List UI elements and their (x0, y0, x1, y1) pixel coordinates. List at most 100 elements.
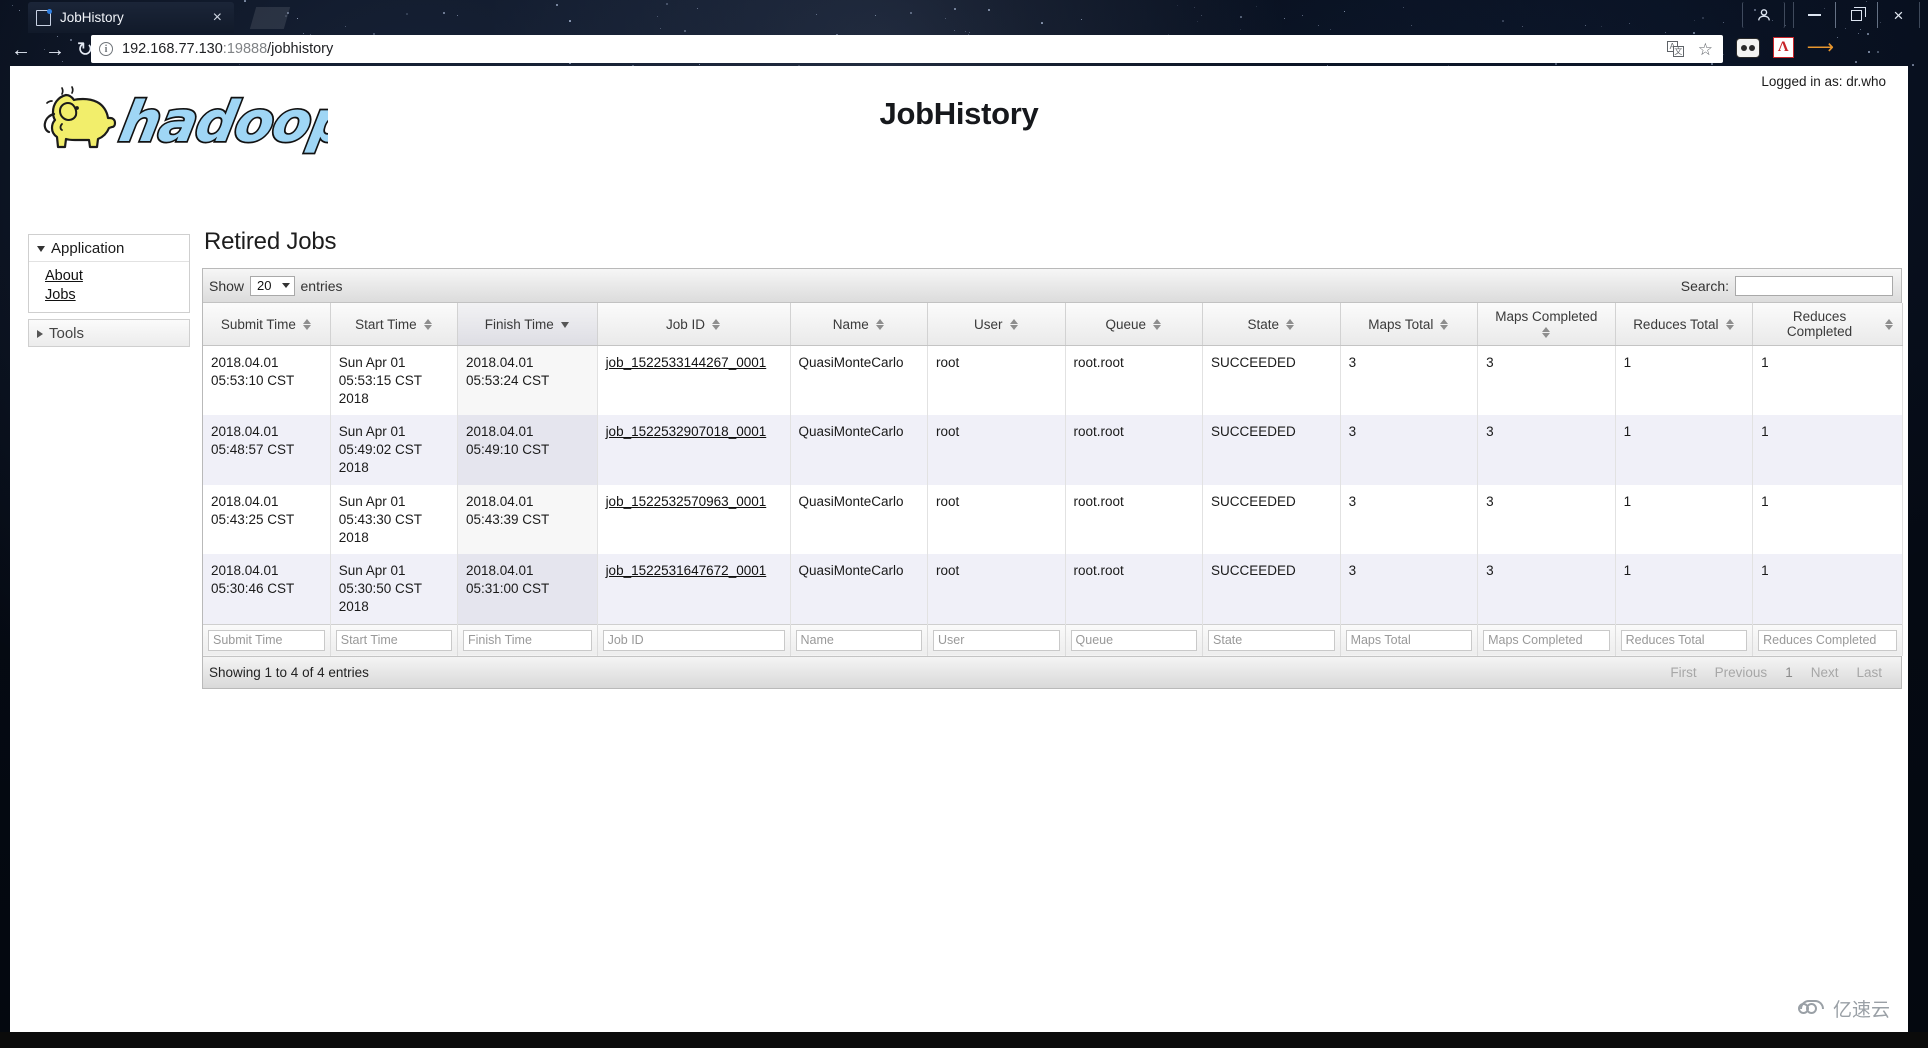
filter-input-maps-completed[interactable] (1483, 629, 1610, 651)
browser-tab-jobhistory[interactable]: JobHistory × (28, 2, 234, 33)
cell-maps-total: 3 (1340, 484, 1479, 555)
close-tab-icon[interactable]: × (209, 9, 226, 26)
filter-cell-start-time[interactable] (330, 623, 459, 656)
filter-input-start-time[interactable] (335, 629, 452, 651)
cell-job-id[interactable]: job_1522532907018_0001 (597, 415, 791, 485)
account-icon[interactable] (1742, 2, 1785, 28)
cell-job-id[interactable]: job_1522532570963_0001 (597, 484, 791, 555)
bookmark-star-icon[interactable]: ☆ (1698, 41, 1713, 58)
col-header-state[interactable]: State (1202, 303, 1341, 346)
filter-input-reduces-total[interactable] (1620, 629, 1748, 651)
search-label: Search: (1680, 277, 1729, 294)
page-length-select[interactable]: 20 (250, 275, 295, 296)
table-row[interactable]: 2018.04.01 05:30:46 CST Sun Apr 01 05:30… (203, 554, 1903, 625)
job-id-link[interactable]: job_1522532570963_0001 (606, 494, 767, 509)
filter-input-submit-time[interactable] (208, 629, 325, 651)
cell-start-time: Sun Apr 01 05:43:30 CST 2018 (330, 484, 459, 555)
col-header-maps-total[interactable]: Maps Total (1340, 303, 1479, 346)
col-header-finish-time[interactable]: Finish Time (457, 303, 598, 346)
filter-input-user[interactable] (933, 629, 1060, 651)
pagination-last[interactable]: Last (1847, 663, 1891, 682)
filter-cell-user[interactable] (927, 623, 1066, 656)
section-title: Retired Jobs (204, 228, 337, 255)
filter-input-queue[interactable] (1070, 629, 1198, 651)
sort-icon (1286, 318, 1295, 331)
col-header-submit-time[interactable]: Submit Time (203, 303, 331, 346)
job-id-link[interactable]: job_1522532907018_0001 (606, 424, 767, 439)
col-header-name[interactable]: Name (790, 303, 929, 346)
cell-maps-completed: 3 (1477, 484, 1616, 555)
filter-input-maps-total[interactable] (1345, 629, 1473, 651)
cell-job-id[interactable]: job_1522533144267_0001 (597, 345, 791, 416)
oo-extension-icon[interactable] (1735, 37, 1760, 58)
filter-input-state[interactable] (1208, 629, 1335, 651)
filter-cell-reduces-total[interactable] (1615, 623, 1754, 656)
sidebar-group-tools-label: Tools (49, 325, 85, 343)
pagination-page-1[interactable]: 1 (1776, 663, 1802, 682)
sort-icon (302, 318, 312, 331)
sidebar-group-tools[interactable]: Tools (28, 319, 190, 348)
pagination-previous[interactable]: Previous (1706, 663, 1777, 682)
sidebar-group-tools-header[interactable]: Tools (29, 320, 189, 346)
pdf-extension-icon[interactable]: Λ (1772, 37, 1794, 58)
col-label: User (974, 316, 1003, 332)
sort-icon (1725, 318, 1735, 331)
search-input[interactable] (1735, 275, 1893, 296)
cell-start-time: Sun Apr 01 05:30:50 CST 2018 (330, 554, 459, 625)
filter-cell-maps-completed[interactable] (1477, 623, 1616, 656)
col-header-reduces-total[interactable]: Reduces Total (1615, 303, 1754, 346)
col-header-user[interactable]: User (927, 303, 1066, 346)
table-row[interactable]: 2018.04.01 05:48:57 CST Sun Apr 01 05:49… (203, 415, 1903, 485)
close-window-icon[interactable]: × (1877, 2, 1920, 28)
filter-cell-queue[interactable] (1065, 623, 1204, 656)
filter-cell-state[interactable] (1202, 623, 1341, 656)
pagination-first[interactable]: First (1661, 663, 1705, 682)
table-row[interactable]: 2018.04.01 05:43:25 CST Sun Apr 01 05:43… (203, 484, 1903, 555)
table-row[interactable]: 2018.04.01 05:53:10 CST Sun Apr 01 05:53… (203, 345, 1903, 416)
site-info-icon[interactable]: i (99, 42, 113, 56)
filter-input-name[interactable] (795, 629, 923, 651)
cell-start-time: Sun Apr 01 05:49:02 CST 2018 (330, 415, 459, 485)
col-label: Submit Time (220, 316, 296, 332)
sidebar-item-jobs[interactable]: Jobs (45, 286, 181, 305)
logged-in-label: Logged in as: dr.who (1761, 74, 1886, 89)
sidebar-group-application-header[interactable]: Application (29, 235, 189, 262)
cell-submit-time: 2018.04.01 05:53:10 CST (203, 345, 331, 416)
maximize-icon[interactable] (1835, 2, 1878, 28)
minimize-icon[interactable] (1793, 2, 1836, 28)
col-header-reduces-completed[interactable]: Reduces Completed (1752, 303, 1903, 346)
cell-user: root (927, 484, 1066, 555)
filter-input-reduces-completed[interactable] (1758, 629, 1897, 651)
back-icon[interactable]: ← (8, 37, 34, 63)
new-tab-button[interactable] (249, 7, 291, 29)
jobs-table-body: 2018.04.01 05:53:10 CST Sun Apr 01 05:53… (203, 345, 1903, 625)
col-header-queue[interactable]: Queue (1065, 303, 1204, 346)
cell-maps-completed: 3 (1477, 345, 1616, 416)
cell-finish-time: 2018.04.01 05:43:39 CST (457, 484, 598, 555)
filter-cell-maps-total[interactable] (1340, 623, 1479, 656)
filter-input-job-id[interactable] (602, 629, 785, 651)
page-length-label-after: entries (300, 277, 343, 294)
col-header-job-id[interactable]: Job ID (597, 303, 791, 346)
job-id-link[interactable]: job_1522533144267_0001 (606, 355, 767, 370)
col-header-start-time[interactable]: Start Time (330, 303, 459, 346)
address-bar[interactable]: i 192.168.77.130:19888/jobhistory A文 ☆ (91, 35, 1723, 63)
filter-cell-name[interactable] (790, 623, 929, 656)
table-header-row: Submit Time Start Time Finish Time Job I… (203, 303, 1903, 346)
cell-job-id[interactable]: job_1522531647672_0001 (597, 554, 791, 625)
cell-maps-total: 3 (1340, 415, 1479, 485)
sort-icon (712, 318, 721, 331)
forward-icon[interactable]: → (42, 37, 68, 63)
pagination-next[interactable]: Next (1802, 663, 1848, 682)
translate-icon[interactable]: A文 (1666, 41, 1684, 57)
job-id-link[interactable]: job_1522531647672_0001 (606, 563, 767, 578)
filter-input-finish-time[interactable] (463, 629, 592, 651)
filter-cell-reduces-completed[interactable] (1752, 623, 1903, 656)
col-header-maps-completed[interactable]: Maps Completed (1477, 303, 1616, 346)
sidebar-item-about[interactable]: About (45, 267, 181, 286)
filter-cell-submit-time[interactable] (203, 623, 331, 656)
filter-cell-job-id[interactable] (597, 623, 791, 656)
download-arrow-icon[interactable]: ⟶ (1807, 38, 1834, 57)
filter-cell-finish-time[interactable] (457, 623, 598, 656)
sort-icon (875, 318, 885, 331)
